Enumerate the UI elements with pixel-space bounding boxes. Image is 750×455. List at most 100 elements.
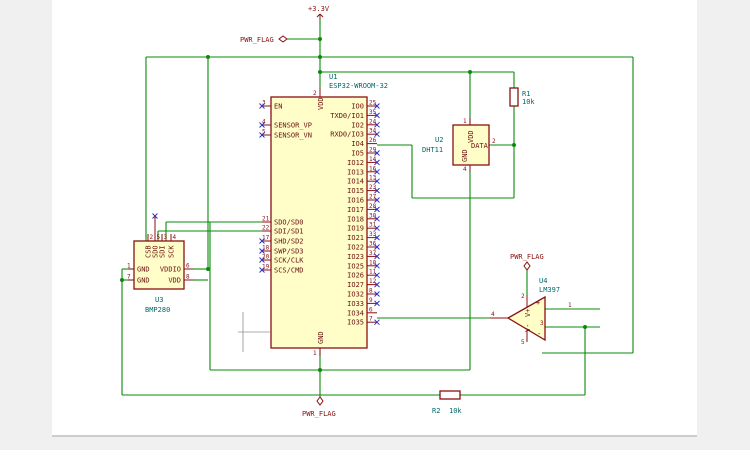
pin-number: 14: [369, 156, 377, 163]
pin-number: 27: [369, 194, 377, 201]
pin-number: 11: [369, 269, 377, 276]
u3-ref: U3: [155, 296, 163, 304]
u4-value: LM397: [539, 286, 560, 294]
pin-label: IO21: [347, 234, 364, 242]
u2-ref: U2: [435, 136, 443, 144]
r1-resistor[interactable]: R1 10k: [509, 87, 535, 107]
r2-value: 10k: [449, 407, 462, 415]
schematic-svg: +3.3V PWR_FLAG PWR_FLAG PWR_FLAG U1 ESP3…: [0, 0, 750, 450]
pin-label: IO25: [347, 262, 364, 270]
u4-pin4-num: 4: [491, 311, 495, 318]
u4-plus-label: +: [536, 299, 540, 307]
pin-label: SCK/CLK: [274, 257, 304, 265]
pin-number: 25: [369, 100, 377, 107]
pin-number: 36: [369, 241, 377, 248]
pin-number: 7: [369, 316, 373, 323]
pwr-flag-right[interactable]: PWR_FLAG: [510, 253, 544, 271]
pin-label: IO27: [347, 281, 364, 289]
pin-number: 21: [262, 216, 270, 223]
pin-number: 6: [369, 306, 373, 313]
u3-pin-sck[interactable]: 4 SCK: [168, 234, 177, 258]
pin-label: RXD0/IO3: [330, 131, 364, 139]
pin-number: 30: [369, 212, 377, 219]
pin-label: IO19: [347, 225, 364, 233]
pwr-flag-right-label: PWR_FLAG: [510, 253, 544, 261]
u2-gnd-label: GND: [461, 149, 469, 162]
u4-pin5-num: 5: [521, 339, 525, 346]
pin-number: 35: [369, 109, 377, 116]
pin-label: SWP/SD3: [274, 248, 304, 256]
u1-vdd-label: VDD: [317, 97, 325, 110]
pin-number: 16: [369, 165, 377, 172]
u4-vplus-label: V+: [524, 309, 532, 317]
u4-pin1-num: 1: [568, 302, 572, 309]
power-3v3-symbol[interactable]: +3.3V: [308, 5, 330, 20]
pin-label: IO5: [351, 150, 364, 158]
pin-label: SDO/SD0: [274, 219, 304, 227]
pin-number: 22: [262, 225, 270, 232]
u2-pin2-num: 2: [492, 138, 496, 145]
pin-number: 12: [369, 278, 377, 285]
pin-number: 2: [150, 234, 154, 241]
pin-label: SCS/CMD: [274, 267, 304, 275]
pin-label: IO26: [347, 272, 364, 280]
pin-label: IO15: [347, 187, 364, 195]
pin-number: 8: [186, 274, 190, 281]
pin-number: 28: [369, 203, 377, 210]
pin-label: IO2: [351, 121, 364, 129]
power-3v3-label: +3.3V: [308, 5, 330, 13]
u4-ref: U4: [539, 277, 547, 285]
pin-number: 13: [369, 175, 377, 182]
pin-label: VDD: [168, 277, 181, 285]
u4-pin3-num: 3: [540, 320, 544, 327]
u4-pin2-num: 2: [521, 293, 525, 300]
u1-value: ESP32-WROOM-32: [329, 82, 388, 90]
u2-pin1-num: 1: [463, 118, 467, 125]
pin-number: 9: [369, 297, 373, 304]
u3-bmp280[interactable]: 2CSB5SDO3SDI4SCK 1 GND7 GND 6VDDIO8VDD U3 …: [127, 213, 194, 315]
u2-dht11[interactable]: U2 DHT11 GND VDD DATA 1 4 2: [422, 118, 496, 173]
pin-label: GND: [137, 266, 150, 274]
pin-label: IO0: [351, 103, 364, 111]
pin-number: 23: [369, 184, 377, 191]
pwr-flag-bottom-label: PWR_FLAG: [302, 410, 336, 418]
pin-label: IO34: [347, 309, 364, 317]
pin-number: 31: [369, 222, 377, 229]
pin-label: IO35: [347, 319, 364, 327]
pin-label: IO14: [347, 178, 364, 186]
u1-esp32[interactable]: U1 ESP32-WROOM-32 2 VDD 1 GND 3 EN4 SENSOR…: [259, 73, 389, 357]
u1-gnd-label: GND: [317, 331, 325, 344]
pin-label: IO18: [347, 215, 364, 223]
pwr-flag-top-label: PWR_FLAG: [240, 36, 274, 44]
r1-value: 10k: [522, 98, 535, 106]
pin-number: 8: [369, 288, 373, 295]
pwr-flag-bottom[interactable]: PWR_FLAG: [302, 396, 336, 418]
pin-label: IO23: [347, 253, 364, 261]
u2-data-label: DATA: [471, 142, 489, 150]
pwr-flag-top[interactable]: PWR_FLAG: [240, 35, 288, 44]
pin-label: IO22: [347, 244, 364, 252]
pin-label: EN: [274, 103, 282, 111]
u1-ref: U1: [329, 73, 337, 81]
pin-number: 1: [127, 263, 131, 270]
cursor-crosshair: [238, 312, 270, 352]
pin-label: SENSOR_VP: [274, 122, 312, 130]
u3-top-pins: 2CSB5SDO3SDI4SCK: [145, 213, 177, 258]
u2-value: DHT11: [422, 146, 443, 154]
pin-number: 5: [157, 234, 161, 241]
pin-number: 29: [369, 147, 377, 154]
pin-number: 3: [164, 234, 168, 241]
u4-lm397[interactable]: U4 LM397 4 2 5 1 3 + - V+ V-: [490, 277, 572, 346]
pin-number: 6: [186, 263, 190, 270]
schematic-canvas: +3.3V PWR_FLAG PWR_FLAG PWR_FLAG U1 ESP3…: [0, 0, 750, 450]
pin-label: SENSOR_VN: [274, 132, 312, 140]
pin-label: SHD/SD2: [274, 238, 304, 246]
pin-number: 33: [369, 231, 377, 238]
pin-label: SCK: [168, 245, 176, 258]
r2-ref: R2: [432, 407, 440, 415]
pin-number: 7: [127, 274, 131, 281]
pin-label: IO33: [347, 300, 364, 308]
pin-number: 34: [369, 128, 377, 135]
pin-label: IO12: [347, 159, 364, 167]
u4-vminus-label: V-: [524, 324, 532, 332]
